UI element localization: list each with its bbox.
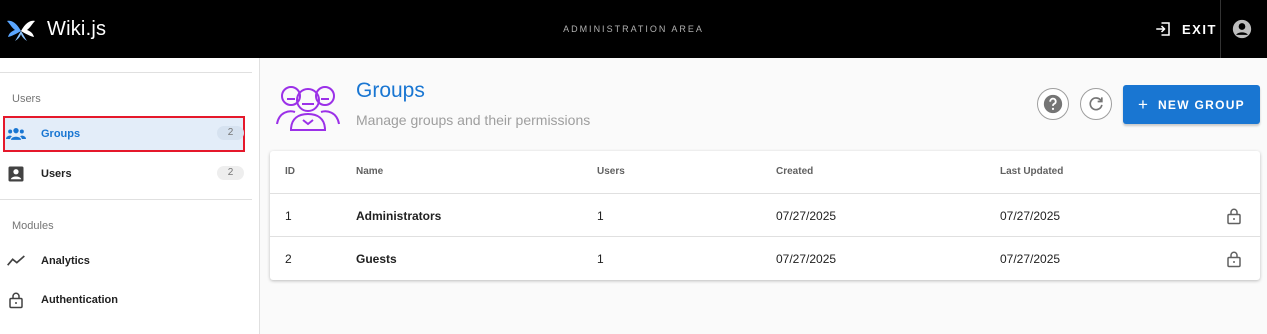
groups-table: ID Name Users Created Last Updated 1 Adm… <box>270 151 1260 280</box>
column-header-name[interactable]: Name <box>356 166 383 177</box>
lock-icon <box>6 290 26 310</box>
column-header-created[interactable]: Created <box>776 166 813 177</box>
exit-button[interactable]: EXIT <box>1146 14 1225 44</box>
cell-users: 1 <box>597 209 604 223</box>
sidebar-item-analytics[interactable]: Analytics <box>4 244 244 278</box>
sidebar-item-label: Users <box>41 168 72 180</box>
cell-name: Administrators <box>356 209 442 223</box>
cell-last-updated: 07/27/2025 <box>1000 252 1061 266</box>
help-button[interactable] <box>1037 88 1069 120</box>
help-icon <box>1043 94 1063 114</box>
lock-icon <box>1227 208 1241 225</box>
new-group-button[interactable]: + NEW GROUP <box>1123 85 1260 124</box>
app-title: Wiki.js <box>47 17 107 40</box>
sidebar-item-groups[interactable]: Groups 2 <box>3 116 245 152</box>
sidebar-item-label: Groups <box>41 128 81 140</box>
top-bar: Wiki.js ADMINISTRATION AREA EXIT <box>0 0 1267 58</box>
sidebar-item-label: Analytics <box>41 255 90 267</box>
lock-icon <box>1227 251 1241 268</box>
exit-icon <box>1156 22 1170 36</box>
sidebar-item-users[interactable]: Users 2 <box>4 157 244 191</box>
column-header-id[interactable]: ID <box>285 166 295 177</box>
people-icon <box>6 124 26 144</box>
sidebar-section-users: Users <box>12 93 41 105</box>
count-badge: 2 <box>217 166 244 180</box>
sidebar-divider <box>0 72 252 73</box>
brand[interactable]: Wiki.js <box>6 14 106 44</box>
plus-icon: + <box>1138 94 1148 114</box>
cell-last-updated: 07/27/2025 <box>1000 209 1061 223</box>
account-icon[interactable] <box>1232 19 1252 39</box>
sidebar: Users Groups 2 Users 2 Modules Analytics… <box>0 58 260 334</box>
refresh-icon <box>1089 97 1103 111</box>
administration-area-label: ADMINISTRATION AREA <box>563 24 704 34</box>
column-header-last-updated[interactable]: Last Updated <box>1000 166 1063 177</box>
page-title: Groups <box>356 79 425 102</box>
account-box-icon <box>6 164 26 184</box>
cell-id: 1 <box>285 209 292 223</box>
groups-hero-icon <box>276 86 340 131</box>
table-row[interactable]: 2 Guests 1 07/27/2025 07/27/2025 <box>270 237 1260 280</box>
page-subtitle: Manage groups and their permissions <box>356 112 591 128</box>
refresh-button[interactable] <box>1080 88 1112 120</box>
table-header: ID Name Users Created Last Updated <box>270 151 1260 194</box>
table-row[interactable]: 1 Administrators 1 07/27/2025 07/27/2025 <box>270 194 1260 237</box>
column-header-users[interactable]: Users <box>597 166 625 177</box>
sidebar-section-modules: Modules <box>12 220 54 232</box>
cell-users: 1 <box>597 252 604 266</box>
cell-created: 07/27/2025 <box>776 252 837 266</box>
chart-line-icon <box>6 251 26 271</box>
exit-label: EXIT <box>1182 21 1217 37</box>
wikijs-logo-icon <box>7 20 35 41</box>
sidebar-item-label: Authentication <box>41 294 118 306</box>
topbar-divider <box>1220 0 1221 58</box>
cell-name: Guests <box>356 252 397 266</box>
sidebar-divider <box>0 199 252 200</box>
new-group-label: NEW GROUP <box>1157 97 1245 112</box>
count-badge: 2 <box>217 126 244 140</box>
cell-created: 07/27/2025 <box>776 209 837 223</box>
sidebar-item-authentication[interactable]: Authentication <box>4 283 244 317</box>
cell-id: 2 <box>285 252 292 266</box>
main-content: Groups Manage groups and their permissio… <box>261 58 1267 334</box>
